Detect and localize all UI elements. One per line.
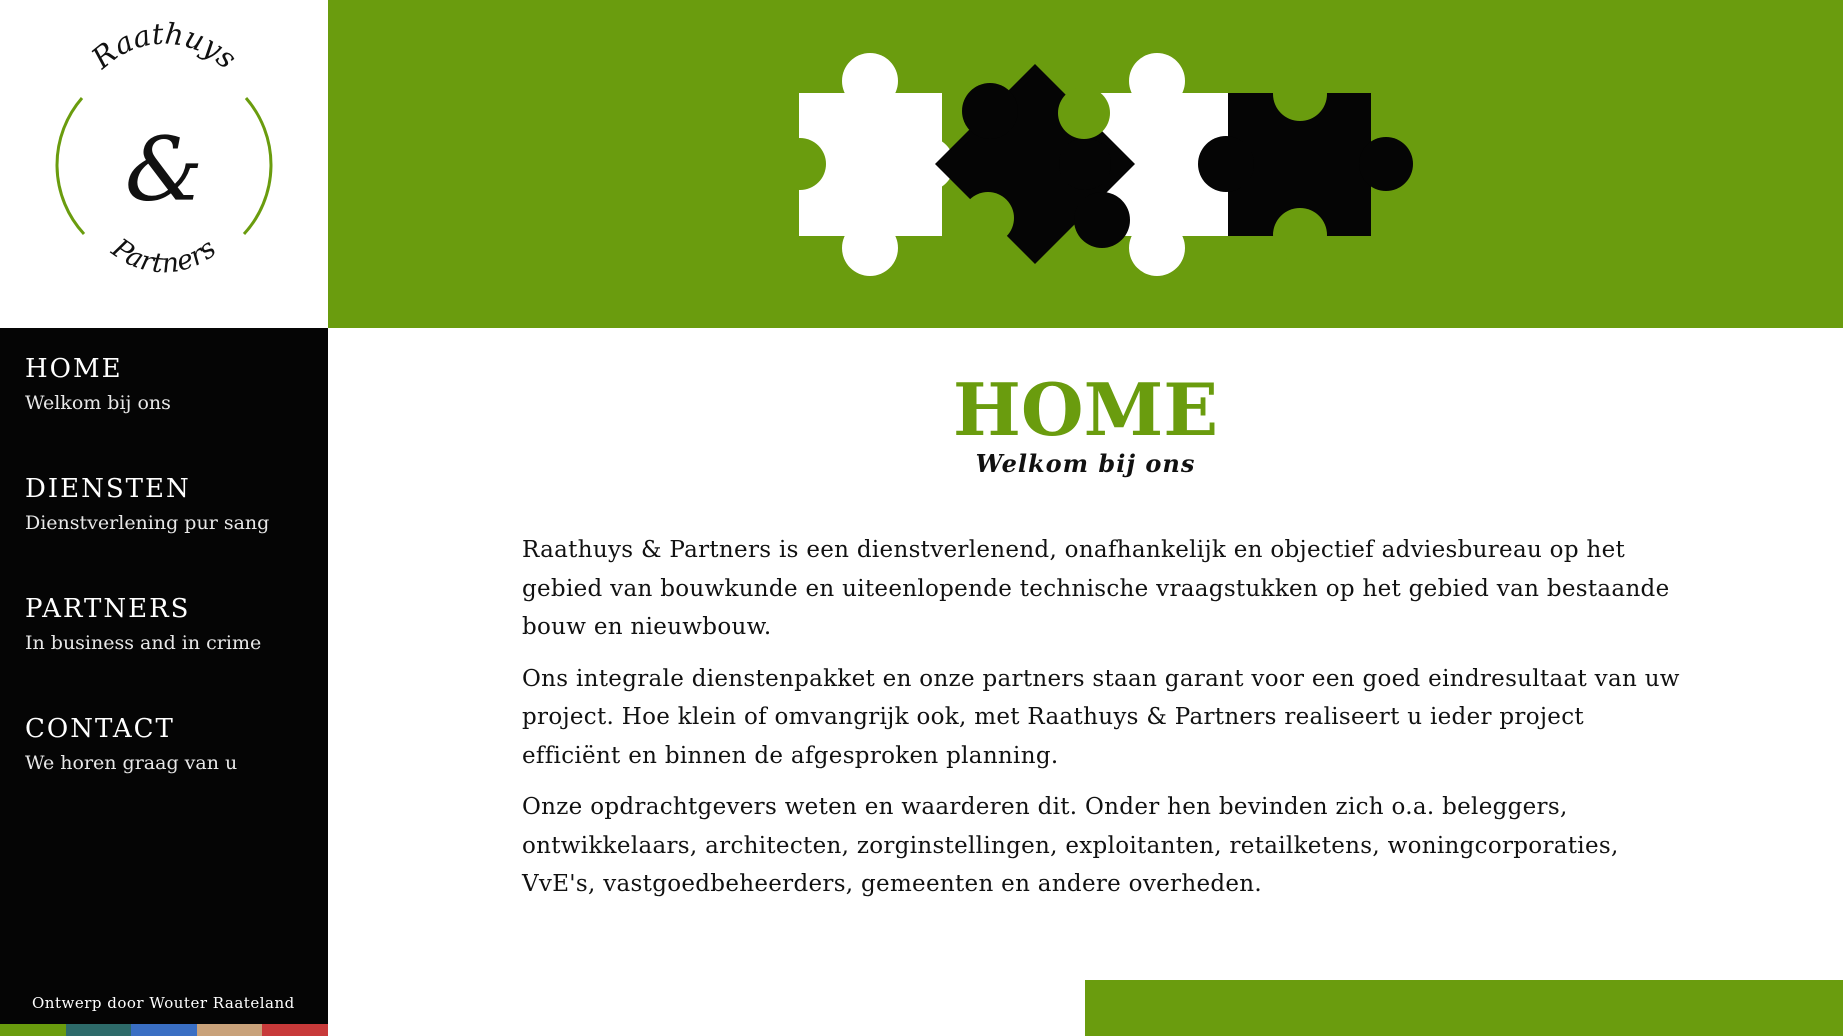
main-content: HOME Welkom bij ons Raathuys & Partners … [328,328,1843,1036]
nav-item-contact[interactable]: CONTACT We horen graag van u [25,714,237,776]
nav-item-title: HOME [25,354,123,384]
page-subtitle: Welkom bij ons [975,449,1196,478]
color-stripe [262,1024,328,1036]
page-title: HOME [952,367,1219,452]
logo-ampersand: & [125,118,203,221]
sidebar: HOME Welkom bij ons DIENSTEN Dienstverle… [0,328,328,1036]
logo[interactable]: Raathuys & Partners [0,0,328,328]
header-banner [328,0,1843,328]
logo-emblem: Raathuys & Partners [55,16,273,280]
logo-bottom-text: Partners [105,232,222,279]
nav-item-title: DIENSTEN [25,474,191,504]
color-stripes [0,1024,328,1036]
paragraph: Onze opdrachtgevers weten en waarderen d… [522,794,1619,897]
nav-item-subtitle: In business and in crime [25,632,262,654]
nav-item-subtitle: Welkom bij ons [25,392,171,414]
intro-text: Raathuys & Partners is een dienstverlene… [522,531,1682,917]
color-stripe [196,1024,263,1036]
footer-accent-block [1085,980,1843,1036]
nav-item-partners[interactable]: PARTNERS In business and in crime [25,594,261,656]
logo-top-text: Raathuys [84,16,243,75]
nav-item-title: PARTNERS [25,594,191,624]
paragraph: Ons integrale dienstenpakket en onze par… [522,665,1680,769]
nav-item-title: CONTACT [25,714,175,744]
puzzle-pieces-illustration [774,53,1413,276]
color-stripe [0,1024,66,1036]
nav-item-subtitle: Dienstverlening pur sang [25,512,270,534]
nav-item-subtitle: We horen graag van u [25,752,238,774]
nav-item-diensten[interactable]: DIENSTEN Dienstverlening pur sang [25,474,269,536]
nav-item-home[interactable]: HOME Welkom bij ons [25,354,171,416]
designer-credit[interactable]: Ontwerp door Wouter Raateland [32,994,295,1012]
color-stripe [65,1024,132,1036]
color-stripe [131,1024,197,1036]
paragraph: Raathuys & Partners is een dienstverlene… [522,537,1670,640]
